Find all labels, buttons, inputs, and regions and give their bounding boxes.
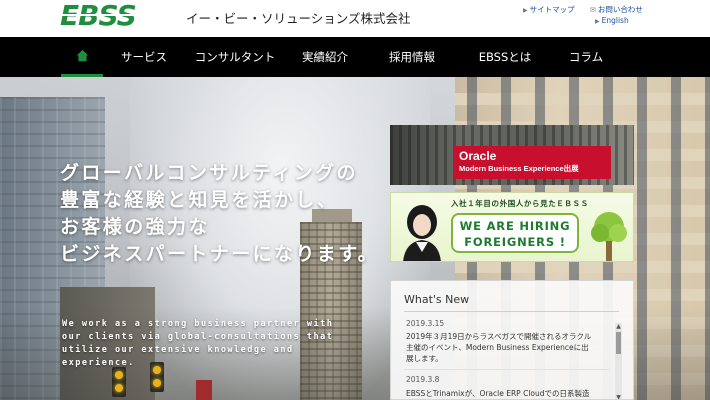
tree-icon (591, 212, 627, 261)
mail-icon: ✉ (590, 6, 596, 14)
oracle-banner-label: Oracle Modern Business Experience出展 (453, 146, 611, 179)
traffic-light (112, 367, 126, 397)
oracle-banner-title: Oracle (459, 149, 497, 163)
hiring-banner[interactable]: 入社１年目の外国人から見たＥＢＳＳ WE ARE HIRING FOREIGNE… (390, 192, 634, 262)
english-link[interactable]: ▶ English (595, 16, 629, 25)
scroll-up-icon[interactable]: ▲ (615, 323, 622, 330)
whats-new-panel: What's New 2019.3.15 2019年３月19日からラスベガスで開… (390, 280, 634, 400)
hiring-banner-line2: FOREIGNERS ! (464, 235, 566, 249)
hero-english-line: utilize our extensive knowledge and (62, 345, 294, 355)
hero-english-text: We work as a strong business partner wit… (62, 318, 362, 370)
arrow-icon: ▶ (523, 7, 528, 14)
street-sign (196, 380, 212, 400)
oracle-event-banner[interactable]: Oracle Modern Business Experience出展 (390, 125, 634, 185)
hero-english-line: experience. (62, 358, 135, 368)
hero-headline: グローバルコンサルティングの 豊富な経験と知見を活かし、 お客様の強力な ビジネ… (60, 160, 379, 268)
divider (404, 369, 609, 370)
global-nav: サービス コンサルタント 実績紹介 採用情報 EBSSとは コラム (0, 37, 710, 77)
hero-english-line: We work as a strong business partner wit… (62, 319, 334, 329)
company-name: イー・ビー・ソリューションズ株式会社 (186, 11, 411, 26)
scroll-down-icon[interactable]: ▼ (615, 394, 622, 399)
nav-item-column[interactable]: コラム (556, 37, 616, 77)
news-text-line: 2019年３月19日からラスベガスで開催されるオラクル (406, 332, 592, 341)
contact-link[interactable]: ✉ お問い合わせ (590, 4, 643, 15)
hiring-banner-subtitle: 入社１年目の外国人から見たＥＢＳＳ (451, 199, 589, 208)
arrow-icon: ▶ (595, 18, 600, 25)
english-link-label: English (601, 16, 629, 25)
hero-headline-line: お客様の強力な (60, 216, 210, 238)
person-photo-icon (403, 205, 441, 261)
scrollbar-thumb[interactable] (616, 332, 621, 354)
news-item[interactable]: EBSSとTrinamixが、Oracle ERP Cloudでの日系製造 (406, 388, 611, 399)
nav-item-services[interactable]: サービス (110, 37, 178, 77)
ebss-logo[interactable]: EBSS (60, 1, 137, 31)
news-scrollbar[interactable]: ▲ ▼ (615, 323, 622, 399)
nav-home[interactable] (61, 37, 103, 77)
hero-headline-line: ビジネスパートナーになります。 (60, 243, 380, 265)
hero-headline-line: グローバルコンサルティングの (60, 162, 358, 184)
hiring-banner-line1: WE ARE HIRING (459, 219, 571, 233)
nav-item-recruit[interactable]: 採用情報 (376, 37, 448, 77)
hero-headline-line: 豊富な経験と知見を活かし、 (60, 189, 339, 211)
nav-item-about[interactable]: EBSSとは (466, 37, 544, 77)
contact-link-label: お問い合わせ (597, 5, 643, 14)
sitemap-link-label: サイトマップ (529, 5, 575, 14)
news-text-line: 展します。 (406, 354, 443, 363)
nav-item-case-studies[interactable]: 実績紹介 (290, 37, 360, 77)
news-date: 2019.3.15 (406, 319, 445, 328)
news-text-line: 主催のイベント、Modern Business Experienceに出 (406, 343, 589, 352)
whats-new-title: What's New (404, 293, 470, 306)
sitemap-link[interactable]: ▶ サイトマップ (523, 4, 575, 15)
divider (404, 311, 619, 312)
nav-item-consultants[interactable]: コンサルタント (190, 37, 280, 77)
logo-stripe (62, 14, 150, 16)
oracle-banner-subtitle: Modern Business Experience出展 (459, 164, 579, 173)
hero-english-line: our clients via global-consultations tha… (62, 332, 334, 342)
news-text-line: EBSSとTrinamixが、Oracle ERP Cloudでの日系製造 (406, 389, 590, 398)
news-item[interactable]: 2019年３月19日からラスベガスで開催されるオラクル 主催のイベント、Mode… (406, 331, 611, 364)
site-header: EBSS イー・ビー・ソリューションズ株式会社 ▶ サイトマップ ✉ お問い合わせ … (0, 0, 710, 37)
hiring-banner-bubble: WE ARE HIRING FOREIGNERS ! (451, 213, 579, 253)
news-date: 2019.3.8 (406, 375, 440, 384)
home-icon (76, 49, 88, 62)
